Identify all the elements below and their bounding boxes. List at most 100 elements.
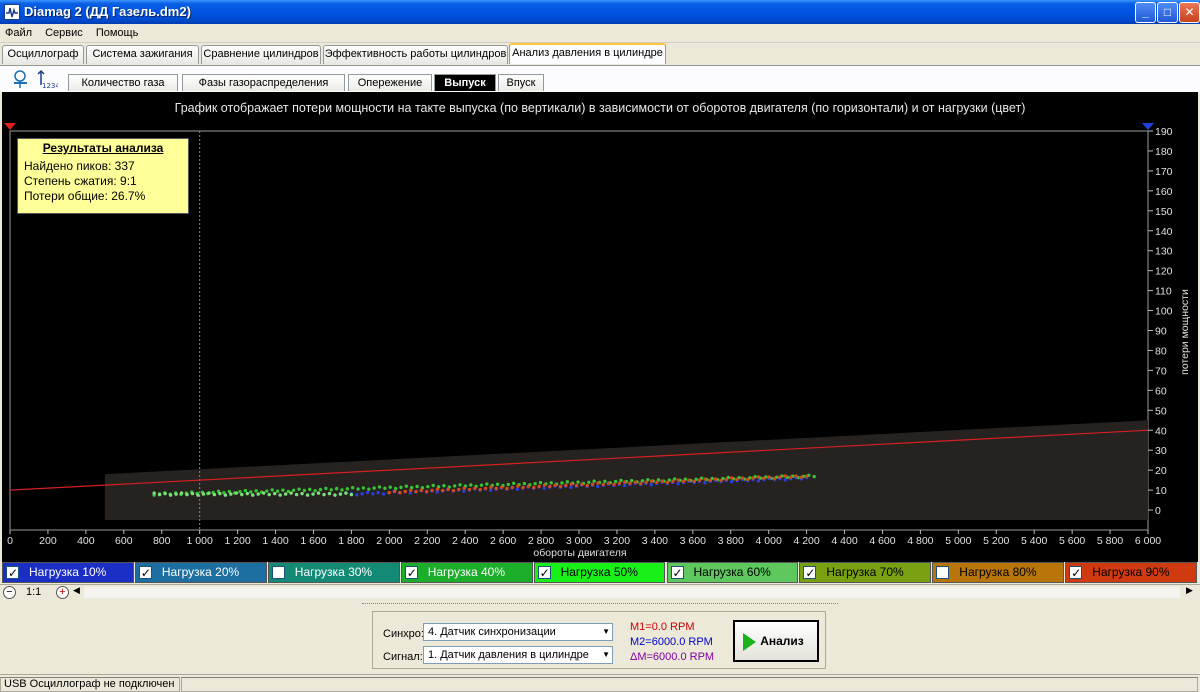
data-point bbox=[311, 492, 315, 496]
close-button[interactable]: ✕ bbox=[1179, 2, 1200, 23]
x-tick-label: 1 400 bbox=[262, 535, 288, 547]
data-point bbox=[229, 492, 233, 496]
data-point bbox=[322, 492, 326, 497]
y-tick-label: 50 bbox=[1155, 405, 1167, 417]
legend-checkbox[interactable] bbox=[1069, 564, 1083, 582]
data-point bbox=[794, 474, 798, 478]
legend-item-load-10[interactable]: Нагрузка 10% bbox=[2, 562, 134, 583]
data-point bbox=[185, 492, 189, 497]
data-point bbox=[746, 477, 750, 482]
panel-splitter[interactable] bbox=[362, 603, 838, 609]
signal-select[interactable]: 1. Датчик давления в цилиндре ▼ bbox=[423, 646, 613, 664]
data-point bbox=[350, 485, 355, 490]
data-point bbox=[603, 479, 607, 484]
chart-title: График отображает потери мощности на так… bbox=[175, 101, 1026, 115]
data-point bbox=[387, 490, 392, 495]
legend-checkbox[interactable] bbox=[670, 564, 684, 582]
data-point bbox=[676, 478, 680, 482]
legend-label: Нагрузка 40% bbox=[427, 565, 505, 579]
data-point bbox=[601, 482, 606, 487]
marker-delta: ΔM=6000.0 RPM bbox=[630, 651, 715, 663]
numeric-view-icon[interactable]: 1234 bbox=[36, 69, 60, 90]
subtab-gas-amount[interactable]: Количество газа bbox=[68, 74, 178, 91]
data-point bbox=[286, 489, 291, 494]
legend-checkbox[interactable] bbox=[404, 564, 418, 582]
data-point bbox=[457, 487, 461, 492]
data-point bbox=[441, 488, 445, 493]
data-point bbox=[617, 481, 622, 485]
data-point bbox=[735, 477, 739, 481]
data-point bbox=[254, 489, 258, 493]
x-tick-label: 3 200 bbox=[604, 535, 630, 547]
tab-cylinder-compare[interactable]: Сравнение цилиндров bbox=[201, 45, 321, 64]
legend-checkbox[interactable] bbox=[6, 564, 19, 582]
scroll-right-icon[interactable]: ▶ bbox=[1186, 585, 1193, 596]
y-tick-label: 170 bbox=[1155, 166, 1173, 178]
menu-file[interactable]: Файл bbox=[0, 24, 37, 39]
data-point bbox=[730, 476, 734, 480]
signal-select-value: 1. Датчик давления в цилиндре bbox=[428, 649, 589, 661]
data-point bbox=[619, 478, 623, 483]
legend-item-load-50[interactable]: Нагрузка 50% bbox=[533, 562, 666, 583]
legend-checkbox[interactable] bbox=[271, 566, 285, 579]
legend-item-load-80[interactable]: Нагрузка 80% bbox=[932, 562, 1065, 583]
x-tick-label: 5 600 bbox=[1059, 535, 1085, 547]
filter-icon[interactable] bbox=[10, 69, 32, 89]
data-point bbox=[240, 492, 244, 497]
legend-checkbox[interactable] bbox=[803, 564, 817, 582]
legend-item-load-20[interactable]: Нагрузка 20% bbox=[134, 562, 267, 583]
y-tick-label: 30 bbox=[1155, 445, 1167, 457]
legend-checkbox[interactable] bbox=[936, 566, 950, 579]
data-point bbox=[585, 483, 589, 488]
x-tick-label: 1 800 bbox=[338, 535, 364, 547]
data-point bbox=[473, 486, 477, 491]
data-point bbox=[318, 487, 323, 492]
menu-bar: Файл Сервис Помощь bbox=[0, 24, 1200, 43]
data-point bbox=[334, 486, 339, 491]
y-tick-label: 70 bbox=[1155, 365, 1167, 377]
data-point bbox=[267, 492, 271, 497]
sync-select[interactable]: 4. Датчик синхронизации ▼ bbox=[423, 623, 613, 641]
minimize-button[interactable]: _ bbox=[1135, 2, 1156, 23]
zoom-out-icon[interactable]: − bbox=[3, 586, 16, 599]
legend-item-load-30[interactable]: Нагрузка 30% bbox=[267, 562, 400, 583]
legend-item-load-40[interactable]: Нагрузка 40% bbox=[400, 562, 533, 583]
data-point bbox=[580, 482, 584, 486]
data-point bbox=[526, 484, 531, 488]
scroll-left-icon[interactable]: ◀ bbox=[73, 585, 80, 596]
data-point bbox=[278, 493, 282, 497]
data-point bbox=[494, 486, 499, 491]
menu-service[interactable]: Сервис bbox=[40, 24, 88, 39]
legend-checkbox[interactable] bbox=[537, 564, 551, 582]
subtab-exhaust[interactable]: Выпуск bbox=[434, 74, 496, 91]
subtab-valve-timing[interactable]: Фазы газораспределения bbox=[182, 74, 345, 91]
tab-pressure-analysis[interactable]: Анализ давления в цилиндре bbox=[509, 43, 666, 64]
y-tick-label: 100 bbox=[1155, 306, 1173, 318]
x-tick-label: 4 200 bbox=[793, 535, 819, 547]
legend-label: Нагрузка 50% bbox=[560, 565, 638, 579]
data-point bbox=[655, 480, 659, 485]
x-tick-label: 3 800 bbox=[718, 535, 744, 547]
data-point bbox=[425, 489, 429, 494]
subtab-intake[interactable]: Впуск bbox=[498, 74, 544, 91]
x-tick-label: 4 000 bbox=[756, 535, 782, 547]
subtab-advance[interactable]: Опережение bbox=[348, 74, 432, 91]
data-point bbox=[542, 483, 547, 487]
zoom-in-icon[interactable]: + bbox=[56, 586, 69, 599]
legend-item-load-60[interactable]: Нагрузка 60% bbox=[666, 562, 799, 583]
data-point bbox=[333, 493, 337, 497]
menu-help[interactable]: Помощь bbox=[91, 24, 144, 39]
tab-ignition[interactable]: Система зажигания bbox=[86, 45, 199, 64]
legend-item-load-90[interactable]: Нагрузка 90% bbox=[1065, 562, 1198, 583]
x-tick-label: 2 800 bbox=[528, 535, 554, 547]
x-tick-label: 2 200 bbox=[414, 535, 440, 547]
legend-checkbox[interactable] bbox=[138, 564, 152, 582]
analyze-button[interactable]: Анализ bbox=[733, 620, 819, 662]
maximize-button[interactable]: □ bbox=[1157, 2, 1178, 23]
horizontal-scrollbar[interactable] bbox=[84, 587, 1180, 598]
data-point bbox=[553, 483, 557, 487]
sync-label: Синхро: bbox=[383, 628, 424, 640]
tab-cylinder-efficiency[interactable]: Эффективность работы цилиндров bbox=[323, 45, 508, 64]
legend-item-load-70[interactable]: Нагрузка 70% bbox=[799, 562, 932, 583]
tab-oscilloscope[interactable]: Осциллограф bbox=[2, 45, 84, 64]
